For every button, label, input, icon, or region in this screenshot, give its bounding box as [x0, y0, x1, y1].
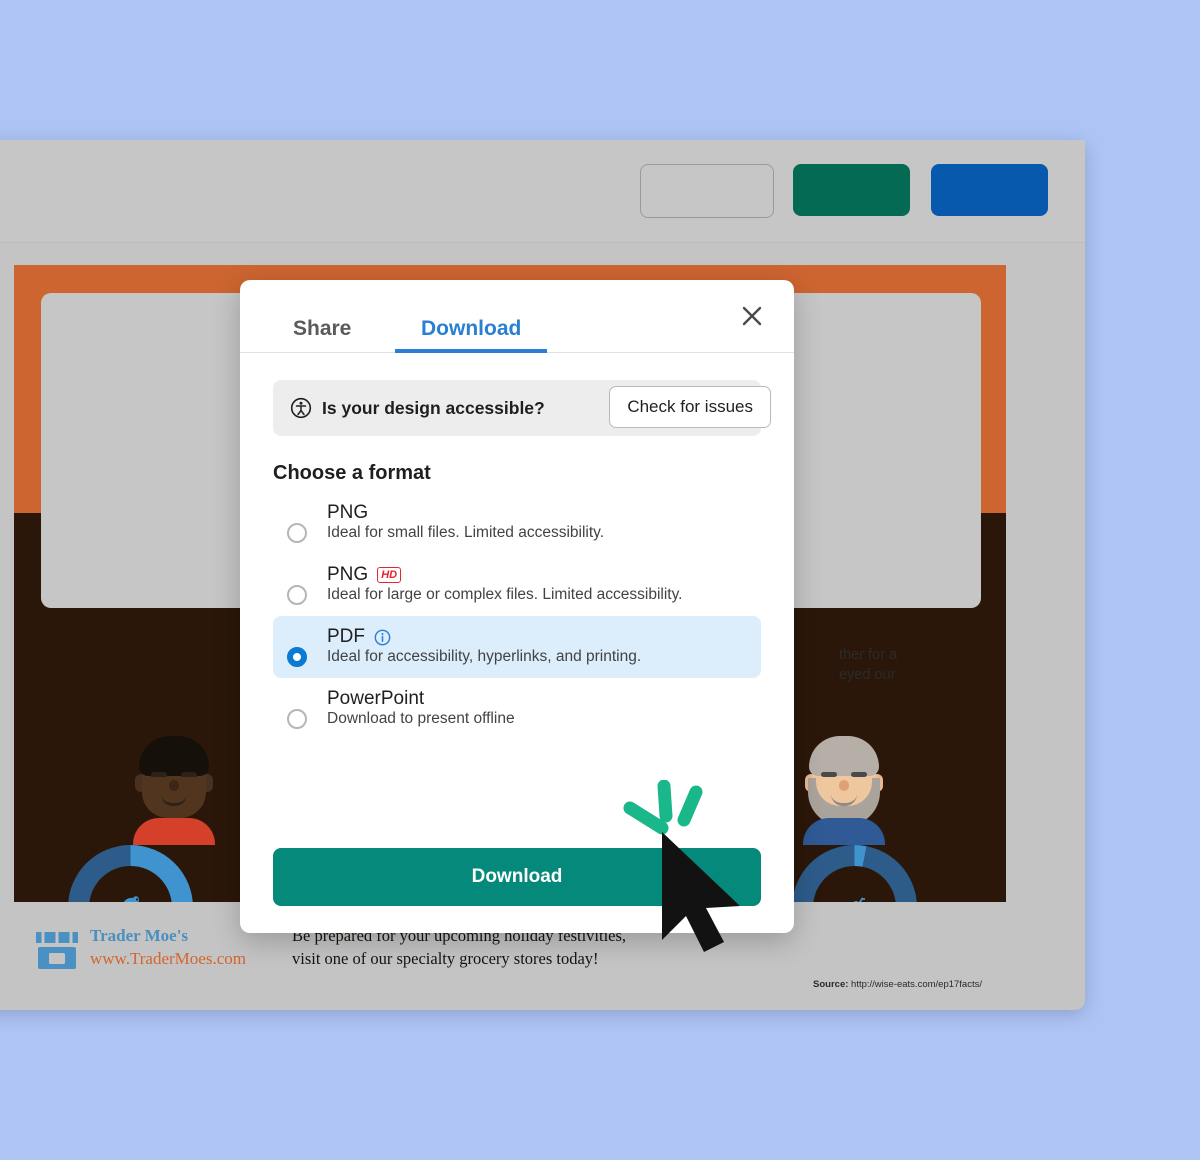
radio-png[interactable] [287, 523, 307, 543]
avatar-person-right [799, 730, 889, 845]
format-description: Ideal for large or complex files. Limite… [327, 586, 683, 603]
dialog-tab-bar: Share Download [240, 280, 794, 353]
store-logo-icon [36, 932, 78, 969]
toolbar [0, 140, 1085, 243]
info-icon[interactable] [374, 629, 391, 646]
format-option-png-hd[interactable]: PNG HD Ideal for large or complex files.… [273, 554, 761, 616]
format-option-pdf[interactable]: PDF Ideal for accessibility, hyperlinks,… [273, 616, 761, 678]
format-option-png[interactable]: PNG Ideal for small files. Limited acces… [273, 492, 761, 554]
infographic-subtitle-right-line2: eyed our [839, 667, 896, 683]
format-name: PNG HD [327, 564, 749, 586]
format-name: PNG [327, 502, 749, 524]
footer-copy-line2: visit one of our specialty grocery store… [292, 949, 599, 968]
toolbar-present-button[interactable] [793, 164, 910, 216]
format-description: Ideal for small files. Limited accessibi… [327, 524, 605, 541]
footer-source: Source: http://wise-eats.com/ep17facts/ [813, 979, 982, 990]
format-description: Ideal for accessibility, hyperlinks, and… [327, 648, 642, 665]
tab-download[interactable]: Download [394, 306, 548, 353]
radio-png-hd[interactable] [287, 585, 307, 605]
format-name: PDF [327, 626, 749, 648]
format-label: PDF [327, 626, 365, 647]
radio-pdf[interactable] [287, 647, 307, 667]
screen: W Thanksgivin traditional T [0, 0, 1200, 1160]
tab-share[interactable]: Share [293, 306, 351, 352]
accessibility-icon [290, 397, 312, 419]
accessibility-banner: Is your design accessible? Check for iss… [273, 380, 771, 436]
format-label: PowerPoint [327, 688, 425, 709]
format-name: PowerPoint [327, 688, 749, 710]
infographic-subtitle-right-line1: ther for a [839, 647, 898, 663]
format-description: Download to present offline [327, 710, 515, 727]
avatar-person-left [129, 730, 219, 845]
format-options-list: PNG Ideal for small files. Limited acces… [273, 492, 761, 740]
format-label: PNG [327, 502, 369, 523]
toolbar-outline-button[interactable] [640, 164, 774, 218]
download-button[interactable]: Download [273, 848, 761, 906]
accessibility-prompt: Is your design accessible? [322, 397, 545, 418]
choose-format-heading: Choose a format [273, 462, 431, 484]
brand-name: Trader Moe's [90, 926, 189, 945]
download-dialog: Share Download Is your design accessible… [240, 280, 794, 933]
close-dialog-button[interactable] [734, 298, 770, 334]
hd-badge: HD [377, 567, 402, 583]
footer-source-label: Source: [813, 979, 849, 990]
format-label: PNG [327, 564, 369, 585]
footer-source-url: http://wise-eats.com/ep17facts/ [851, 979, 982, 990]
toolbar-share-button[interactable] [931, 164, 1048, 216]
radio-powerpoint[interactable] [287, 709, 307, 729]
check-for-issues-button[interactable]: Check for issues [609, 386, 771, 428]
format-option-powerpoint[interactable]: PowerPoint Download to present offline [273, 678, 761, 740]
close-icon [742, 306, 762, 326]
infographic-subtitle-right: ther for a eyed our [839, 645, 897, 685]
brand-url[interactable]: www.TraderMoes.com [90, 949, 246, 969]
